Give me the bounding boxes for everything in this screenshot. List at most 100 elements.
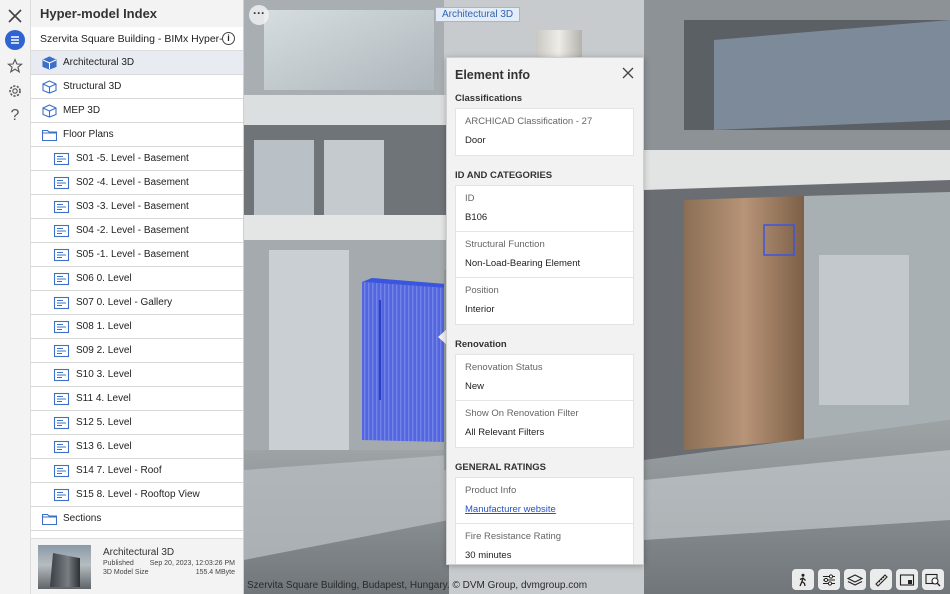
- property-card: Product InfoManufacturer websiteFire Res…: [455, 477, 634, 565]
- property-key: Show On Renovation Filter: [465, 408, 633, 427]
- hyper-model-index-panel: Hyper-model Index Szervita Square Buildi…: [31, 0, 244, 594]
- floor-plan-item[interactable]: S07 0. Level - Gallery: [31, 291, 243, 315]
- floor-plan-item[interactable]: S15 8. Level - Rooftop View: [31, 483, 243, 507]
- property-row: Product InfoManufacturer website: [456, 478, 633, 524]
- tree-item-label: S01 -5. Level - Basement: [76, 153, 189, 164]
- help-icon[interactable]: ?: [5, 106, 25, 126]
- floor-plan-item[interactable]: S13 6. Level: [31, 435, 243, 459]
- tree-item-label: S02 -4. Level - Basement: [76, 177, 189, 188]
- property-row: Show On Renovation FilterAll Relevant Fi…: [456, 401, 633, 447]
- tree-item-label: MEP 3D: [63, 105, 100, 116]
- property-row: IDB106: [456, 186, 633, 232]
- close-icon[interactable]: [621, 66, 635, 80]
- tree-item-label: S08 1. Level: [76, 321, 132, 332]
- floor-plan-item[interactable]: S01 -5. Level - Basement: [31, 147, 243, 171]
- tree-item-label: S05 -1. Level - Basement: [76, 249, 189, 260]
- floor-plan-icon: [53, 344, 70, 358]
- floor-plan-icon: [53, 272, 70, 286]
- element-info-popup: Element info ClassificationsARCHICAD Cla…: [446, 57, 644, 565]
- floor-plan-item[interactable]: S05 -1. Level - Basement: [31, 243, 243, 267]
- sheet-icon[interactable]: [896, 569, 918, 590]
- floor-plan-item[interactable]: S14 7. Level - Roof: [31, 459, 243, 483]
- star-icon[interactable]: [5, 56, 25, 76]
- property-row: ARCHICAD Classification - 27Door: [456, 109, 633, 155]
- property-card: ARCHICAD Classification - 27Door: [455, 108, 634, 156]
- model-size-value: 155.4 MByte: [196, 569, 235, 576]
- tree-item[interactable]: Floor Plans: [31, 123, 243, 147]
- property-value: Door: [465, 135, 633, 146]
- floor-plan-icon: [53, 248, 70, 262]
- copyright-text: Szervita Square Building, Budapest, Hung…: [247, 580, 587, 591]
- tree-item[interactable]: Sections: [31, 507, 243, 531]
- floor-plan-icon: [53, 368, 70, 382]
- model-size-label: 3D Model Size: [103, 569, 149, 576]
- tree-item-label: S04 -2. Level - Basement: [76, 225, 189, 236]
- tree-item[interactable]: Architectural 3D: [31, 51, 243, 75]
- cube-icon: [41, 80, 58, 94]
- folder-icon: [41, 128, 58, 142]
- property-card: Renovation StatusNewShow On Renovation F…: [455, 354, 634, 448]
- floor-plan-item[interactable]: S03 -3. Level - Basement: [31, 195, 243, 219]
- section-heading: GENERAL RATINGS: [455, 462, 634, 477]
- close-icon[interactable]: [5, 6, 25, 26]
- property-row: PositionInterior: [456, 278, 633, 324]
- info-icon[interactable]: i: [222, 32, 235, 45]
- property-value: Non-Load-Bearing Element: [465, 258, 633, 269]
- ruler-icon[interactable]: [870, 569, 892, 590]
- panel-title: Hyper-model Index: [31, 0, 243, 27]
- floor-plan-icon: [53, 488, 70, 502]
- cube-icon: [41, 56, 58, 70]
- tree-item[interactable]: Structural 3D: [31, 75, 243, 99]
- bimx-app: ? Hyper-model Index Szervita Square Buil…: [0, 0, 950, 594]
- tree-item-label: S13 6. Level: [76, 441, 132, 452]
- property-key: Product Info: [465, 485, 633, 504]
- property-row: Structural FunctionNon-Load-Bearing Elem…: [456, 232, 633, 278]
- floor-plan-item[interactable]: S10 3. Level: [31, 363, 243, 387]
- property-key: Structural Function: [465, 239, 633, 258]
- sliders-icon[interactable]: [818, 569, 840, 590]
- tree-item-label: S15 8. Level - Rooftop View: [76, 489, 200, 500]
- property-card: IDB106Structural FunctionNon-Load-Bearin…: [455, 185, 634, 325]
- floor-plan-icon: [53, 416, 70, 430]
- walk-icon[interactable]: [792, 569, 814, 590]
- floor-plan-item[interactable]: S11 4. Level: [31, 387, 243, 411]
- manufacturer-link[interactable]: Manufacturer website: [465, 504, 633, 515]
- published-label: Published: [103, 560, 134, 567]
- tree-item[interactable]: MEP 3D: [31, 99, 243, 123]
- floor-plan-icon: [53, 200, 70, 214]
- navigator-tree: Architectural 3D Structural 3D MEP 3D Floor…: [31, 51, 243, 555]
- list-icon[interactable]: [5, 30, 25, 50]
- floor-plan-icon: [53, 296, 70, 310]
- property-key: Position: [465, 285, 633, 304]
- tree-item-label: Structural 3D: [63, 81, 121, 92]
- property-row: Fire Resistance Rating30 minutes: [456, 524, 633, 565]
- current-view-card[interactable]: Architectural 3D Published Sep 20, 2023,…: [31, 538, 244, 594]
- tree-item-label: S14 7. Level - Roof: [76, 465, 162, 476]
- left-icon-rail: ?: [0, 0, 31, 594]
- floor-plan-icon: [53, 392, 70, 406]
- property-key: ID: [465, 193, 633, 212]
- floor-plan-icon: [53, 440, 70, 454]
- tree-item-label: S07 0. Level - Gallery: [76, 297, 172, 308]
- tree-item-label: Sections: [63, 513, 101, 524]
- model-selector[interactable]: Szervita Square Building - BIMx Hyper-m.…: [31, 27, 243, 51]
- view-thumbnail: [38, 545, 91, 589]
- gear-icon[interactable]: [5, 81, 25, 101]
- property-value: New: [465, 381, 633, 392]
- floor-plan-item[interactable]: S04 -2. Level - Basement: [31, 219, 243, 243]
- more-options-button[interactable]: ···: [249, 5, 269, 25]
- floor-plan-icon: [53, 464, 70, 478]
- layers-icon[interactable]: [844, 569, 866, 590]
- property-value: 30 minutes: [465, 550, 633, 561]
- floor-plan-item[interactable]: S02 -4. Level - Basement: [31, 171, 243, 195]
- floor-plan-item[interactable]: S12 5. Level: [31, 411, 243, 435]
- search-zoom-icon[interactable]: [922, 569, 944, 590]
- section-heading: Renovation: [455, 339, 634, 354]
- floor-plan-item[interactable]: S09 2. Level: [31, 339, 243, 363]
- property-value: Interior: [465, 304, 633, 315]
- folder-icon: [41, 512, 58, 526]
- floor-plan-item[interactable]: S08 1. Level: [31, 315, 243, 339]
- cube-icon: [41, 104, 58, 118]
- element-properties: ClassificationsARCHICAD Classification -…: [447, 93, 643, 565]
- floor-plan-item[interactable]: S06 0. Level: [31, 267, 243, 291]
